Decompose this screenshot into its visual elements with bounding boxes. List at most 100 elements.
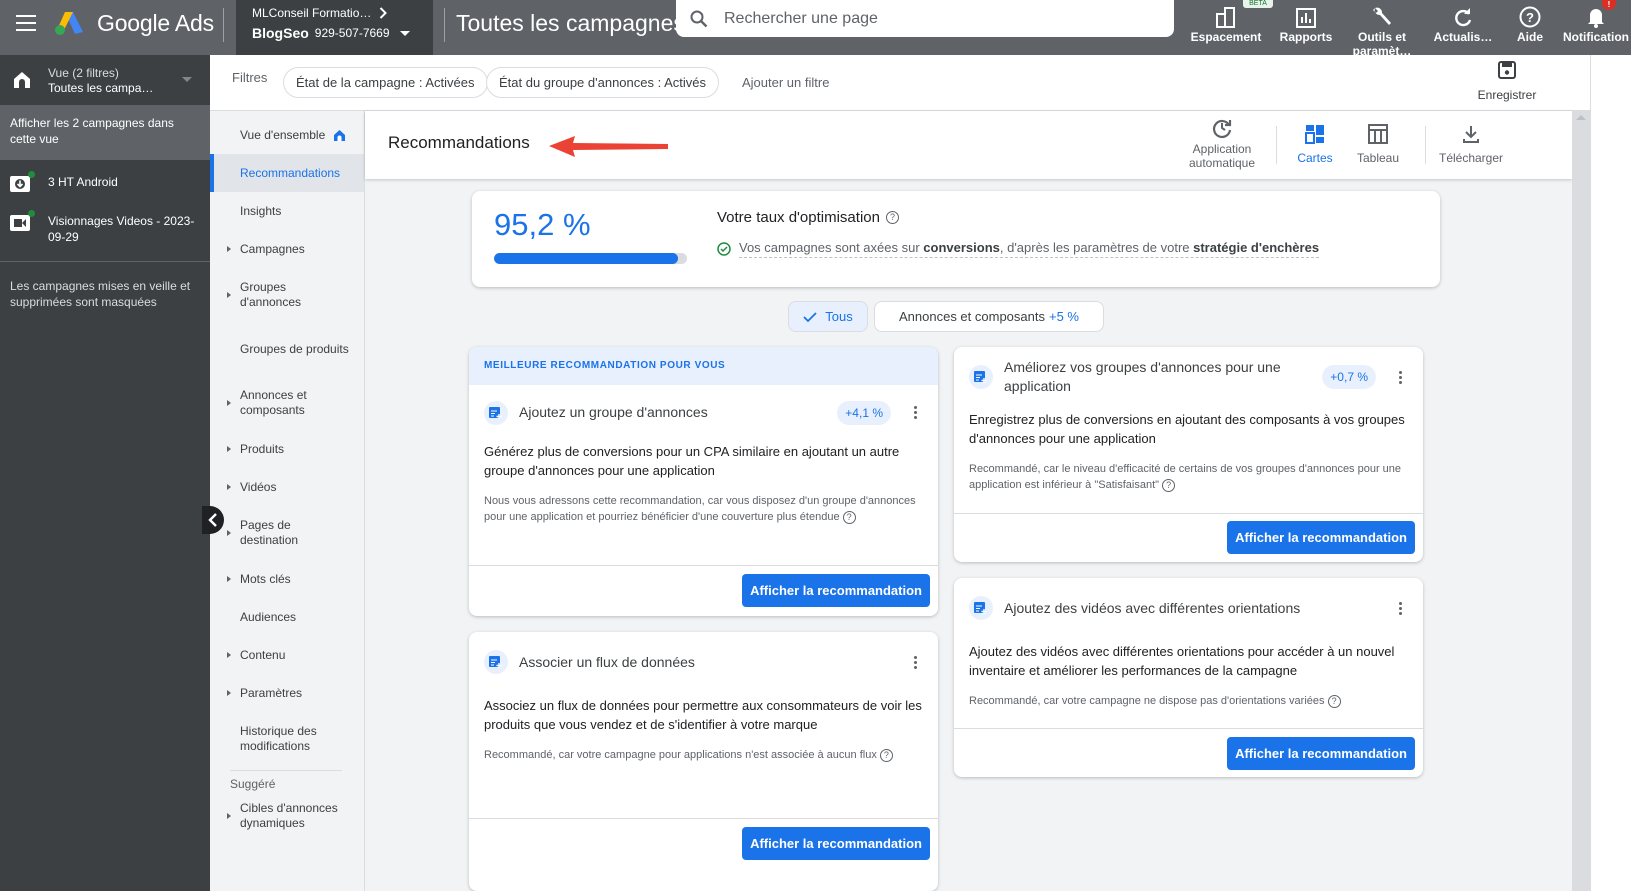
view-recommendation-button[interactable]: Afficher la recommandation bbox=[742, 574, 930, 607]
refresh-icon bbox=[1455, 8, 1472, 27]
nav-item-mots-cles[interactable]: Mots clés bbox=[210, 560, 364, 598]
help-icon[interactable]: ? bbox=[879, 749, 893, 762]
nav-item-dynamic-ad-targets[interactable]: Cibles d'annonces dynamiques bbox=[210, 797, 364, 835]
recommendation-description: Générez plus de conversions pour un CPA … bbox=[484, 444, 900, 478]
caret-down-icon bbox=[399, 30, 410, 36]
bidding-strategy-text[interactable]: Vos campagnes sont axées sur conversions… bbox=[739, 240, 1320, 258]
nav-item-label: Vue d'ensemble bbox=[240, 127, 326, 142]
more-options-icon[interactable] bbox=[907, 655, 923, 669]
table-view-button[interactable]: Tableau bbox=[1350, 124, 1406, 165]
tools-settings-button[interactable]: Outils et paramèt… bbox=[1349, 0, 1415, 58]
more-options-icon[interactable] bbox=[907, 406, 923, 419]
auto-apply-button[interactable]: Application automatique bbox=[1178, 117, 1266, 170]
adjacent-window-edge bbox=[1590, 55, 1631, 891]
expand-arrow-icon bbox=[227, 446, 231, 452]
reports-label: Rapports bbox=[1279, 30, 1333, 44]
show-all-campaigns-link[interactable]: Afficher les 2 campagnes dans cette vue bbox=[0, 105, 210, 160]
nav-item-groupes-de-produits[interactable]: Groupes de produits bbox=[210, 322, 364, 376]
recommendation-title: Associer un flux de données bbox=[519, 653, 695, 670]
score-uplift-badge: +4,1 % bbox=[837, 400, 891, 425]
nav-item-label: Paramètres bbox=[240, 685, 303, 700]
tools-settings-label: Outils et paramèt… bbox=[1352, 30, 1412, 58]
cards-view-button[interactable]: Cartes bbox=[1290, 124, 1340, 165]
filter-chip-campaign-status[interactable]: État de la campagne : Activées bbox=[283, 67, 488, 98]
nav-item-contenu[interactable]: Contenu bbox=[210, 636, 364, 674]
vertical-scrollbar[interactable] bbox=[1572, 111, 1590, 891]
checkmark-icon bbox=[803, 311, 817, 322]
workspace-button[interactable]: Espacement bbox=[1190, 0, 1262, 55]
recommendation-card: Ajoutez des vidéos avec différentes orie… bbox=[954, 578, 1423, 777]
nav-item-historique-des-modifications[interactable]: Historique des modifications bbox=[210, 712, 364, 766]
optimization-score-card: 95,2 % Votre taux d'optimisation ? Vos c… bbox=[472, 191, 1440, 287]
expand-arrow-icon bbox=[227, 530, 231, 536]
page-header: Recommandations Application automatique … bbox=[365, 111, 1572, 179]
nav-item-pages-de-destination[interactable]: Pages de destination bbox=[210, 506, 364, 560]
download-button[interactable]: Télécharger bbox=[1435, 124, 1507, 165]
nav-item-campagnes[interactable]: Campagnes bbox=[210, 230, 364, 268]
expand-arrow-icon bbox=[227, 813, 231, 819]
status-dot bbox=[28, 210, 35, 217]
card-footer: Afficher la recommandation bbox=[954, 728, 1423, 770]
menu-icon[interactable] bbox=[16, 15, 36, 31]
scroll-up-arrow-icon[interactable] bbox=[1576, 115, 1586, 120]
expand-arrow-icon bbox=[227, 690, 231, 696]
view-recommendation-button[interactable]: Afficher la recommandation bbox=[742, 827, 930, 860]
help-icon[interactable]: ? bbox=[1162, 479, 1176, 492]
campaign-item[interactable]: Visionnages Videos - 2023-09-29 bbox=[0, 203, 210, 255]
save-view-button[interactable]: Enregistrer bbox=[1467, 61, 1547, 102]
nav-item-audiences[interactable]: Audiences bbox=[210, 598, 364, 636]
nav-item-vue-d-ensemble[interactable]: Vue d'ensemble bbox=[210, 116, 364, 154]
nav-item-parametres[interactable]: Paramètres bbox=[210, 674, 364, 712]
nav-item-insights[interactable]: Insights bbox=[210, 192, 364, 230]
nav-item-label: Recommandations bbox=[240, 165, 341, 180]
view-recommendation-button[interactable]: Afficher la recommandation bbox=[1227, 521, 1415, 554]
expand-arrow-icon bbox=[227, 576, 231, 582]
search-input[interactable] bbox=[724, 9, 1124, 28]
filter-ads-assets-uplift: +5 % bbox=[1048, 309, 1079, 324]
filter-bar: Filtres État de la campagne : Activées É… bbox=[210, 55, 1590, 111]
recommendation-description: Associez un flux de données pour permett… bbox=[484, 698, 922, 732]
brand-name[interactable]: Google Ads bbox=[97, 10, 214, 37]
card-footer: Afficher la recommandation bbox=[469, 818, 938, 860]
notifications-button[interactable]: Notification bbox=[1560, 0, 1631, 55]
auto-apply-label: Application automatique bbox=[1188, 142, 1256, 170]
home-icon bbox=[14, 72, 30, 88]
optimization-progress-bar bbox=[494, 253, 687, 264]
top-bar: Google Ads MLConseil Formatio… BlogSeo 9… bbox=[0, 0, 1631, 58]
search-box[interactable] bbox=[676, 0, 1174, 37]
help-icon[interactable]: ? bbox=[842, 511, 856, 524]
scrollbar-thumb[interactable] bbox=[1572, 129, 1590, 889]
campaign-item[interactable]: 3 HT Android bbox=[0, 164, 210, 203]
help-icon[interactable]: ? bbox=[1327, 695, 1341, 708]
page-title: Recommandations bbox=[388, 133, 530, 152]
download-label: Télécharger bbox=[1438, 151, 1504, 165]
nav-item-label: Campagnes bbox=[240, 241, 305, 256]
campaign-name: 3 HT Android bbox=[48, 175, 118, 189]
refresh-button[interactable]: Actualis… bbox=[1430, 0, 1496, 55]
expand-arrow-icon bbox=[227, 484, 231, 490]
account-switcher[interactable]: MLConseil Formatio… BlogSeo 929-507-7669 bbox=[236, 0, 433, 55]
more-options-icon[interactable] bbox=[1392, 601, 1408, 615]
nav-item-produits[interactable]: Produits bbox=[210, 430, 364, 468]
nav-item-recommandations[interactable]: Recommandations bbox=[210, 154, 364, 192]
recommendation-card: MEILLEURE RECOMMANDATION POUR VOUS Ajout… bbox=[469, 347, 938, 616]
card-footer: Afficher la recommandation bbox=[469, 565, 938, 607]
filter-chip-adgroup-status[interactable]: État du groupe d'annonces : Activés bbox=[486, 67, 720, 98]
help-button[interactable]: ? Aide bbox=[1510, 0, 1550, 55]
filter-ads-assets-button[interactable]: Annonces et composants +5 % bbox=[874, 301, 1104, 332]
add-filter-button[interactable]: Ajouter un filtre bbox=[742, 75, 829, 90]
view-recommendation-button[interactable]: Afficher la recommandation bbox=[1227, 737, 1415, 770]
reports-button[interactable]: Rapports bbox=[1275, 0, 1337, 55]
help-icon[interactable]: ? bbox=[885, 211, 899, 224]
nav-item-groupes-d-annonces[interactable]: Groupes d'annonces bbox=[210, 268, 364, 322]
filters-label: Filtres bbox=[232, 70, 268, 85]
nav-item-label: Pages de destination bbox=[240, 518, 299, 547]
more-options-icon[interactable] bbox=[1392, 370, 1408, 384]
nav-item-annonces-et-composants[interactable]: Annonces et composants bbox=[210, 376, 364, 430]
view-selector[interactable]: Vue (2 filtres) Toutes les campa… bbox=[0, 55, 210, 105]
filter-all-button[interactable]: Tous bbox=[788, 301, 868, 332]
nav-item-label: Insights bbox=[240, 203, 282, 218]
caret-down-icon bbox=[182, 77, 192, 82]
nav-item-videos[interactable]: Vidéos bbox=[210, 468, 364, 506]
status-dot bbox=[28, 171, 35, 178]
